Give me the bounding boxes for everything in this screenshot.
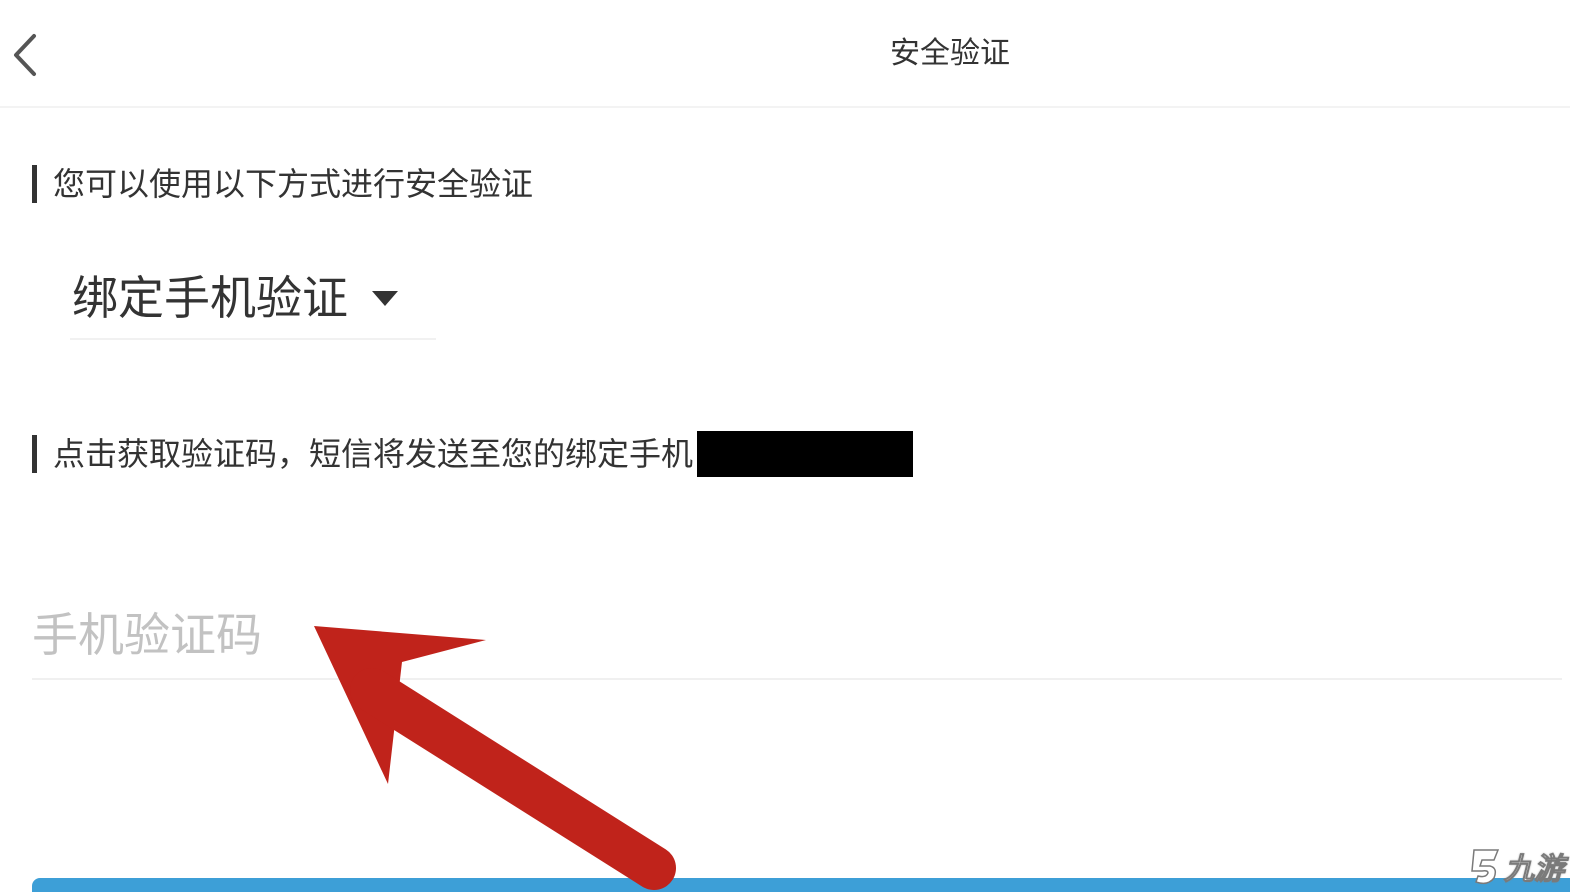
top-navigation-bar: 安全验证 [0,0,1570,108]
security-verification-page: 安全验证 您可以使用以下方式进行安全验证 绑定手机验证 点击获取验证码，短信将发… [0,0,1570,892]
caret-down-icon [372,291,398,306]
methods-section-label: 您可以使用以下方式进行安全验证 [32,162,533,206]
logo-icon [1471,849,1500,885]
selected-method-label: 绑定手机验证 [72,271,348,325]
watermark-text: 九游 [1504,852,1565,888]
redacted-phone-number [697,431,914,477]
verification-method-dropdown[interactable]: 绑定手机验证 [70,264,436,340]
sms-section-label: 点击获取验证码，短信将发送至您的绑定手机 [32,431,914,477]
section-marker [32,165,37,203]
sms-code-input[interactable] [32,592,1562,680]
page-title: 安全验证 [890,36,1010,71]
methods-section-text: 您可以使用以下方式进行安全验证 [53,165,534,203]
section-marker [32,435,37,473]
site-watermark: 九游 [1468,846,1565,888]
arrow-shaft [350,668,676,890]
sms-section-text: 点击获取验证码，短信将发送至您的绑定手机 [53,435,694,473]
submit-button[interactable] [32,878,1570,892]
